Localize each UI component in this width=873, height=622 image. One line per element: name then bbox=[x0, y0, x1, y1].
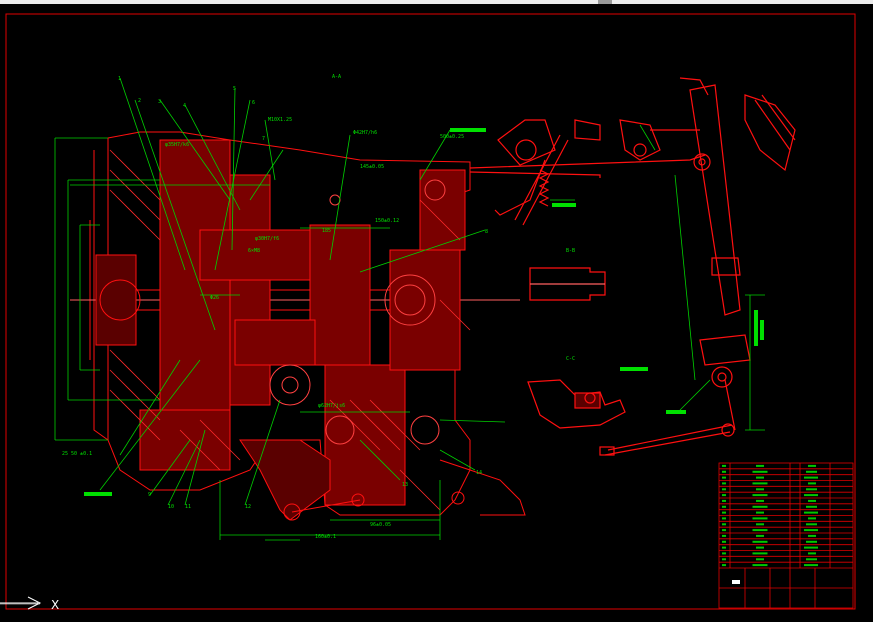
title-block-text-mark bbox=[756, 523, 764, 526]
title-block-text-mark bbox=[752, 529, 768, 532]
title-block-text-mark bbox=[756, 499, 764, 502]
title-block-text-mark bbox=[756, 476, 764, 479]
title-block-text-mark bbox=[756, 546, 764, 549]
main-assembly bbox=[70, 131, 526, 521]
dim-m10: M10X1.25 bbox=[268, 117, 292, 123]
title-block-index-mark bbox=[722, 517, 726, 520]
title-block-text-mark bbox=[808, 517, 816, 520]
title-block-text-mark bbox=[752, 552, 768, 555]
dim-phi30: φ30H7/f6 bbox=[255, 236, 279, 242]
callout-12: 12 bbox=[245, 504, 251, 510]
callout-8: 8 bbox=[485, 229, 488, 235]
dim-phi35: φ35H7/k6 bbox=[165, 142, 189, 148]
cad-drawing-canvas[interactable]: A-A B-B C-C 1 2 3 4 5 6 7 8 9 10 11 12 1… bbox=[0, 4, 873, 622]
callout-3: 3 bbox=[158, 99, 161, 105]
title-block-text-mark bbox=[756, 534, 764, 537]
title-block-text-mark bbox=[806, 488, 817, 491]
callout-7: 7 bbox=[262, 136, 265, 142]
callout-10: 10 bbox=[168, 504, 174, 510]
title-block-rows bbox=[719, 468, 853, 563]
title-block-text-mark bbox=[806, 558, 817, 561]
callout-5: 5 bbox=[233, 86, 236, 92]
section-label-aa: A-A bbox=[332, 74, 341, 80]
callout-14: 14 bbox=[476, 470, 482, 476]
dim-phi62: φ62H7/js6 bbox=[318, 403, 345, 409]
section-label-cc: C-C bbox=[566, 356, 575, 362]
title-block-text-mark bbox=[804, 546, 818, 549]
title-block-text-mark bbox=[804, 529, 818, 532]
title-block-text-mark bbox=[752, 564, 768, 567]
dim-6m8: 6×M8 bbox=[248, 248, 260, 254]
title-block-text-mark bbox=[756, 464, 764, 467]
title-block-text-mark bbox=[752, 505, 768, 508]
title-block-text-mark bbox=[752, 482, 768, 485]
title-block bbox=[718, 462, 854, 609]
callout-4: 4 bbox=[183, 103, 186, 109]
title-block-text-mark bbox=[808, 552, 816, 555]
dim-96: 96±0.05 bbox=[370, 522, 391, 528]
title-block-text-mark bbox=[808, 464, 816, 467]
title-block-white-mark bbox=[732, 580, 740, 584]
title-block-index-mark bbox=[722, 511, 726, 514]
dim-145: 145±0.05 bbox=[360, 164, 384, 170]
title-block-index-mark bbox=[722, 505, 726, 508]
title-block-index-mark bbox=[722, 534, 726, 537]
title-block-text-mark bbox=[808, 499, 816, 502]
title-block-index-mark bbox=[722, 476, 726, 479]
title-block-text-mark bbox=[804, 494, 818, 497]
callout-2: 2 bbox=[138, 98, 141, 104]
title-block-text-mark bbox=[756, 511, 764, 514]
title-block-index-mark bbox=[722, 499, 726, 502]
title-block-text-mark bbox=[808, 534, 816, 537]
dim-phi42: Φ42H7/h6 bbox=[353, 130, 377, 136]
title-block-text-mark bbox=[806, 505, 817, 508]
callout-1: 1 bbox=[118, 76, 121, 82]
title-block-text-mark bbox=[752, 517, 768, 520]
ucs-x-label: X bbox=[51, 598, 59, 612]
title-block-text-mark bbox=[804, 511, 818, 514]
linkage-assembly bbox=[469, 77, 796, 456]
dim-2550: 25 50 ±0.1 bbox=[62, 451, 92, 457]
title-block-text-mark bbox=[756, 488, 764, 491]
title-block-index-mark bbox=[722, 494, 726, 497]
title-block-text-mark bbox=[806, 470, 817, 473]
dim-185: 185 bbox=[322, 228, 331, 234]
title-block-index-mark bbox=[722, 564, 726, 567]
title-block-text-mark bbox=[808, 482, 816, 485]
title-block-index-mark bbox=[722, 488, 726, 491]
title-block-text-mark bbox=[752, 540, 768, 543]
section-label-bb: B-B bbox=[566, 248, 575, 254]
title-block-index-mark bbox=[722, 482, 726, 485]
title-block-index-mark bbox=[722, 558, 726, 561]
callout-13: 13 bbox=[402, 482, 408, 488]
title-block-text-mark bbox=[804, 564, 818, 567]
title-block-text-mark bbox=[806, 523, 817, 526]
title-block-index-mark bbox=[722, 529, 726, 532]
dim-160: 160±0.1 bbox=[315, 534, 336, 540]
title-block-index-mark bbox=[722, 540, 726, 543]
dim-500: 500±0.25 bbox=[440, 134, 464, 140]
callout-6: 6 bbox=[252, 100, 255, 106]
title-block-text-mark bbox=[806, 540, 817, 543]
callout-9: 9 bbox=[148, 492, 151, 498]
title-block-index-mark bbox=[722, 552, 726, 555]
title-block-text-mark bbox=[752, 470, 768, 473]
callout-11: 11 bbox=[185, 504, 191, 510]
title-block-index-mark bbox=[722, 523, 726, 526]
title-block-text-mark bbox=[752, 494, 768, 497]
title-block-index-mark bbox=[722, 470, 726, 473]
dim-150: 150±0.12 bbox=[375, 218, 399, 224]
title-block-text-mark bbox=[756, 558, 764, 561]
title-block-index-mark bbox=[722, 546, 726, 549]
dim-phi26: Φ26 bbox=[210, 295, 219, 301]
title-block-text-mark bbox=[804, 476, 818, 479]
title-block-index-mark bbox=[722, 464, 726, 467]
